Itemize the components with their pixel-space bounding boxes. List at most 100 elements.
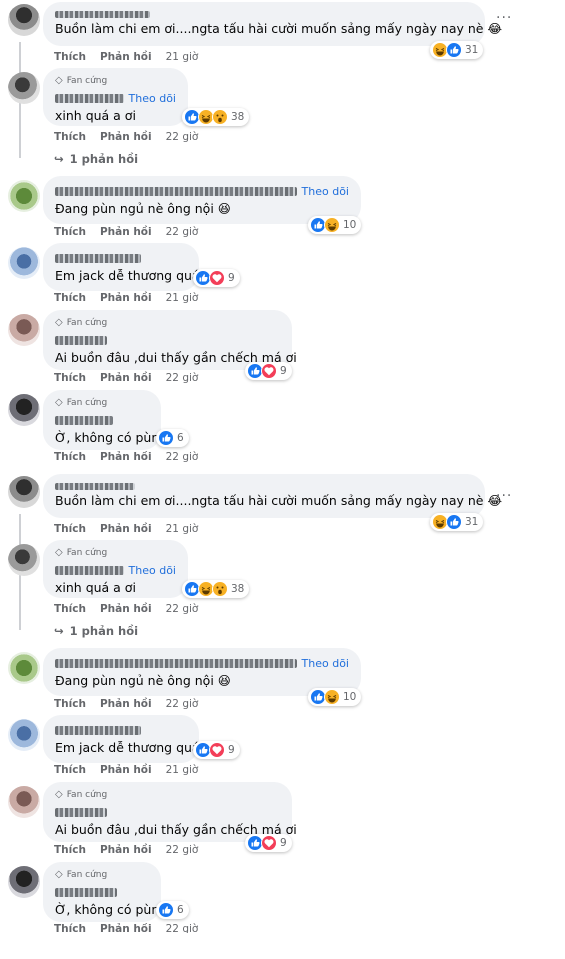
timestamp[interactable]: 21 giờ: [166, 523, 199, 535]
comment-bubble: Em jack dễ thương quá: [43, 715, 200, 763]
reaction-summary[interactable]: 38: [182, 580, 250, 598]
comment-bubble: Em jack dễ thương quá: [43, 243, 200, 291]
reaction-count: 9: [280, 365, 287, 377]
more-options-icon[interactable]: ···: [496, 10, 512, 26]
commenter-name[interactable]: [55, 807, 107, 817]
follow-button[interactable]: Theo dõi: [129, 564, 176, 577]
follow-button[interactable]: Theo dõi: [129, 92, 176, 105]
avatar[interactable]: [8, 476, 40, 508]
reply-button[interactable]: Phản hồi: [100, 603, 152, 615]
commenter-name[interactable]: [55, 415, 113, 425]
reply-button[interactable]: Phản hồi: [100, 523, 152, 535]
like-button[interactable]: Thích: [54, 698, 86, 710]
timestamp[interactable]: 22 giờ: [166, 603, 199, 615]
timestamp[interactable]: 21 giờ: [166, 51, 199, 63]
timestamp[interactable]: 22 giờ: [166, 698, 199, 710]
reaction-summary[interactable]: 9: [245, 362, 292, 380]
reaction-summary[interactable]: 9: [245, 834, 292, 852]
commenter-name[interactable]: [55, 186, 297, 196]
reply-button[interactable]: Phản hồi: [100, 226, 152, 238]
commenter-name[interactable]: [55, 725, 141, 735]
view-replies-link[interactable]: ↪ 1 phản hồi: [54, 624, 138, 638]
timestamp[interactable]: 22 giờ: [166, 451, 199, 462]
reply-button[interactable]: Phản hồi: [100, 372, 152, 384]
love-reaction-icon: [209, 742, 225, 758]
comment-bubble: ◇ Fan cứng Theo dõi xinh quá a ơi: [43, 68, 188, 126]
reaction-summary[interactable]: 9: [193, 269, 240, 287]
like-button[interactable]: Thích: [54, 226, 86, 238]
avatar[interactable]: [8, 786, 40, 818]
like-button[interactable]: Thích: [54, 603, 86, 615]
reaction-summary[interactable]: 38: [182, 108, 250, 126]
follow-button[interactable]: Theo dõi: [302, 657, 349, 670]
reply-button[interactable]: Phản hồi: [100, 451, 152, 462]
avatar[interactable]: [8, 180, 40, 212]
comment-bubble: ◇ Fan cứng Ờ, không có pùn: [43, 390, 161, 450]
like-button[interactable]: Thích: [54, 451, 86, 462]
reply-button[interactable]: Phản hồi: [100, 923, 152, 933]
comment-text: Đang pùn ngủ nè ông nội 😆: [55, 201, 231, 216]
reaction-summary[interactable]: 10: [308, 216, 362, 234]
commenter-name[interactable]: [55, 658, 297, 668]
reaction-count: 31: [465, 516, 479, 528]
timestamp[interactable]: 21 giờ: [166, 292, 199, 304]
reaction-count: 9: [228, 744, 235, 756]
avatar[interactable]: [8, 72, 40, 104]
more-options-icon[interactable]: ···: [496, 488, 512, 504]
diamond-icon: ◇: [55, 397, 63, 408]
like-button[interactable]: Thích: [54, 292, 86, 304]
like-button[interactable]: Thích: [54, 372, 86, 384]
follow-button[interactable]: Theo dõi: [302, 185, 349, 198]
commenter-name[interactable]: [55, 335, 107, 345]
like-button[interactable]: Thích: [54, 131, 86, 143]
avatar[interactable]: [8, 866, 40, 898]
like-button[interactable]: Thích: [54, 523, 86, 535]
timestamp[interactable]: 22 giờ: [166, 372, 199, 384]
reaction-summary[interactable]: 6: [156, 901, 189, 919]
comment-actions: Thích Phản hồi 21 giờ: [54, 292, 198, 304]
comment-actions: Thích Phản hồi 22 giờ: [54, 226, 198, 238]
timestamp[interactable]: 22 giờ: [166, 844, 199, 856]
commenter-name[interactable]: [55, 8, 473, 20]
like-button[interactable]: Thích: [54, 51, 86, 63]
reaction-summary[interactable]: 31: [430, 513, 484, 531]
avatar[interactable]: [8, 544, 40, 576]
avatar[interactable]: [8, 652, 40, 684]
like-button[interactable]: Thích: [54, 764, 86, 776]
timestamp[interactable]: 22 giờ: [166, 226, 199, 238]
reply-button[interactable]: Phản hồi: [100, 844, 152, 856]
reaction-summary[interactable]: 9: [193, 741, 240, 759]
avatar[interactable]: [8, 4, 40, 36]
timestamp[interactable]: 22 giờ: [166, 923, 199, 933]
fan-badge: ◇ Fan cứng: [55, 317, 108, 329]
commenter-name[interactable]: [55, 565, 124, 575]
reply-button[interactable]: Phản hồi: [100, 292, 152, 304]
commenter-name[interactable]: [55, 480, 473, 492]
reply-button[interactable]: Phản hồi: [100, 698, 152, 710]
reply-button[interactable]: Phản hồi: [100, 764, 152, 776]
avatar[interactable]: [8, 719, 40, 751]
reaction-summary[interactable]: 31: [430, 41, 484, 59]
view-replies-link[interactable]: ↪ 1 phản hồi: [54, 152, 138, 166]
comment-actions: Thích Phản hồi 22 giờ: [54, 372, 198, 384]
haha-reaction-icon: [324, 689, 340, 705]
reaction-summary[interactable]: 6: [156, 429, 189, 447]
commenter-name[interactable]: [55, 887, 117, 897]
commenter-name[interactable]: [55, 93, 124, 103]
wow-reaction-icon: [212, 581, 228, 597]
diamond-icon: ◇: [55, 317, 63, 328]
avatar[interactable]: [8, 247, 40, 279]
like-button[interactable]: Thích: [54, 844, 86, 856]
reaction-summary[interactable]: 10: [308, 688, 362, 706]
diamond-icon: ◇: [55, 75, 63, 86]
timestamp[interactable]: 22 giờ: [166, 131, 199, 143]
avatar[interactable]: [8, 314, 40, 346]
timestamp[interactable]: 21 giờ: [166, 764, 199, 776]
commenter-name[interactable]: [55, 253, 141, 263]
avatar[interactable]: [8, 394, 40, 426]
like-button[interactable]: Thích: [54, 923, 86, 933]
reply-button[interactable]: Phản hồi: [100, 131, 152, 143]
reaction-count: 6: [177, 432, 184, 444]
reply-button[interactable]: Phản hồi: [100, 51, 152, 63]
like-reaction-icon: [158, 902, 174, 918]
